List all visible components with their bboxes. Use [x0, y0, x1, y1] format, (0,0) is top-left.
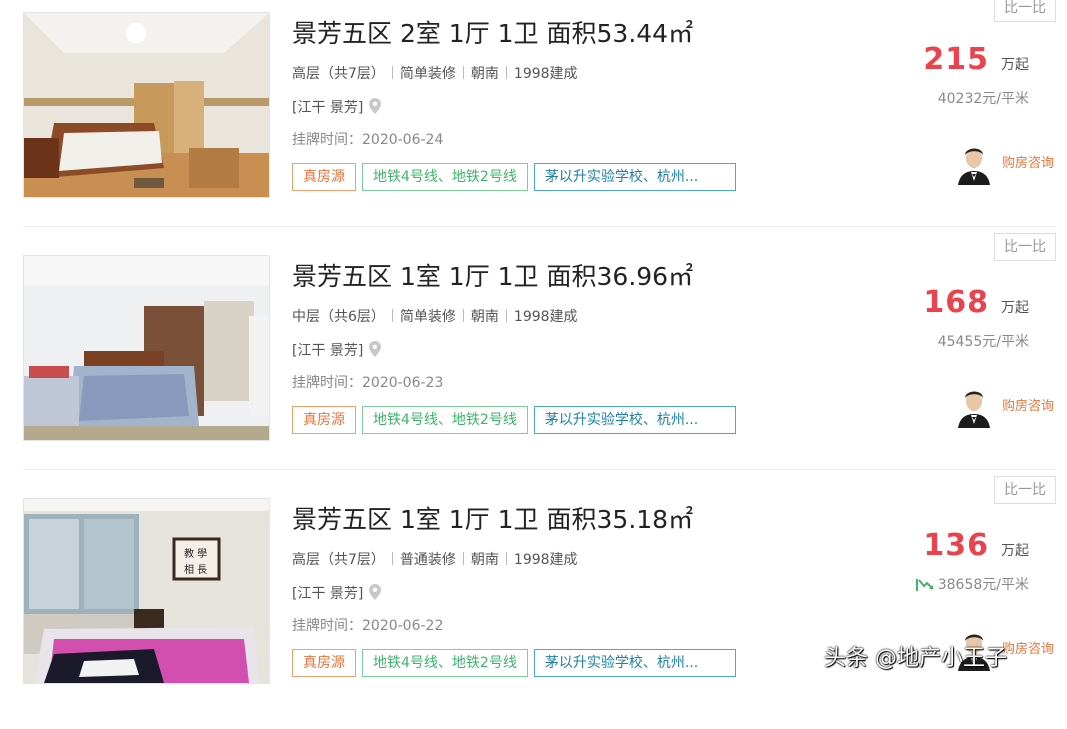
tag-school: 茅以升实验学校、杭州...	[533, 163, 736, 191]
row-divider	[23, 469, 1056, 470]
separator	[505, 552, 507, 565]
svg-text:教 學: 教 學	[184, 547, 207, 560]
listing-title[interactable]: 景芳五区 1室 1厅 1卫 面积36.96㎡	[292, 257, 693, 293]
price: 168 万起	[923, 285, 1029, 320]
agent-avatar[interactable]	[954, 141, 994, 185]
orientation-info: 朝南	[470, 552, 499, 568]
built-year: 1998建成	[513, 552, 578, 568]
listing-photo[interactable]	[23, 12, 270, 198]
map-pin-icon[interactable]	[369, 98, 382, 118]
separator	[462, 552, 464, 565]
tag-metro: 地铁4号线、地铁2号线	[362, 649, 528, 677]
built-year: 1998建成	[513, 309, 578, 325]
map-pin-icon[interactable]	[369, 584, 382, 604]
location-text[interactable]: [江干 景芳]	[292, 343, 363, 359]
listing-photo[interactable]: 教 學 相 長	[23, 498, 270, 684]
price-unit: 万起	[1001, 57, 1029, 73]
location-text[interactable]: [江干 景芳]	[292, 586, 363, 602]
map-pin-icon[interactable]	[369, 341, 382, 361]
listed-date: 挂牌时间：2020-06-23	[292, 375, 444, 391]
listing-title[interactable]: 景芳五区 1室 1厅 1卫 面积35.18㎡	[292, 500, 693, 536]
listing-title[interactable]: 景芳五区 2室 1厅 1卫 面积53.44㎡	[292, 14, 693, 50]
floor-info: 高层（共7层）	[292, 66, 385, 82]
compare-button[interactable]: 比一比	[994, 0, 1056, 22]
decoration-info: 简单装修	[399, 309, 456, 325]
tag-verified: 真房源	[292, 649, 356, 677]
price: 136 万起	[923, 528, 1029, 563]
separator	[391, 309, 393, 322]
compare-button[interactable]: 比一比	[994, 476, 1056, 504]
price-unit: 万起	[1001, 543, 1029, 559]
unit-price-text: 45455元/平米	[937, 334, 1029, 350]
tag-verified: 真房源	[292, 163, 356, 191]
price-unit: 万起	[1001, 300, 1029, 316]
listing-card[interactable]: 景芳五区 2室 1厅 1卫 面积53.44㎡ 高层（共7层） 简单装修 朝南 1998…	[0, 0, 1067, 243]
price-value: 136	[923, 528, 989, 563]
consult-link[interactable]: 购房咨询	[1002, 638, 1054, 657]
unit-price-text: 38658元/平米	[937, 577, 1029, 593]
decoration-info: 普通装修	[399, 552, 456, 568]
price-value: 215	[923, 42, 989, 77]
unit-price: 38658元/平米	[915, 574, 1029, 595]
listing-attributes: 高层（共7层） 简单装修 朝南 1998建成	[292, 63, 578, 83]
separator	[391, 66, 393, 79]
built-year: 1998建成	[513, 66, 578, 82]
listing-card[interactable]: 景芳五区 1室 1厅 1卫 面积36.96㎡ 中层（共6层） 简单装修 朝南 1998…	[0, 233, 1067, 486]
consult-link[interactable]: 购房咨询	[1002, 152, 1054, 171]
separator	[462, 309, 464, 322]
listing-photo[interactable]	[23, 255, 270, 441]
listing-attributes: 高层（共7层） 普通装修 朝南 1998建成	[292, 549, 578, 569]
tag-school: 茅以升实验学校、杭州...	[533, 649, 736, 677]
location: [江干 景芳]	[292, 583, 382, 604]
svg-text:相 長: 相 長	[184, 563, 207, 576]
consult-link[interactable]: 购房咨询	[1002, 395, 1054, 414]
tag-list: 真房源 地铁4号线、地铁2号线 茅以升实验学校、杭州...	[292, 649, 742, 677]
row-divider	[23, 226, 1056, 227]
tag-list: 真房源 地铁4号线、地铁2号线 茅以升实验学校、杭州...	[292, 163, 742, 191]
floor-info: 中层（共6层）	[292, 309, 385, 325]
listed-date: 挂牌时间：2020-06-22	[292, 618, 444, 634]
agent-avatar[interactable]	[954, 384, 994, 428]
orientation-info: 朝南	[470, 66, 499, 82]
price-down-icon	[915, 577, 934, 595]
location: [江干 景芳]	[292, 97, 382, 118]
tag-metro: 地铁4号线、地铁2号线	[362, 406, 528, 434]
listing-card[interactable]: 教 學 相 長 景芳五区 1室 1厅 1卫 面积35.18㎡ 高层（共7层） 普通…	[0, 476, 1067, 729]
unit-price: 45455元/平米	[938, 331, 1029, 351]
separator	[391, 552, 393, 565]
decoration-info: 简单装修	[399, 66, 456, 82]
tag-metro: 地铁4号线、地铁2号线	[362, 163, 528, 191]
location-text[interactable]: [江干 景芳]	[292, 100, 363, 116]
tag-verified: 真房源	[292, 406, 356, 434]
separator	[505, 66, 507, 79]
unit-price-text: 40232元/平米	[937, 91, 1029, 107]
price-value: 168	[923, 285, 989, 320]
watermark: 头条 @地产小王子	[824, 646, 1007, 671]
tag-list: 真房源 地铁4号线、地铁2号线 茅以升实验学校、杭州...	[292, 406, 742, 434]
floor-info: 高层（共7层）	[292, 552, 385, 568]
orientation-info: 朝南	[470, 309, 499, 325]
separator	[505, 309, 507, 322]
listing-attributes: 中层（共6层） 简单装修 朝南 1998建成	[292, 306, 578, 326]
listed-date: 挂牌时间：2020-06-24	[292, 132, 444, 148]
compare-button[interactable]: 比一比	[994, 233, 1056, 261]
price: 215 万起	[923, 42, 1029, 77]
location: [江干 景芳]	[292, 340, 382, 361]
separator	[462, 66, 464, 79]
unit-price: 40232元/平米	[938, 88, 1029, 108]
tag-school: 茅以升实验学校、杭州...	[533, 406, 736, 434]
